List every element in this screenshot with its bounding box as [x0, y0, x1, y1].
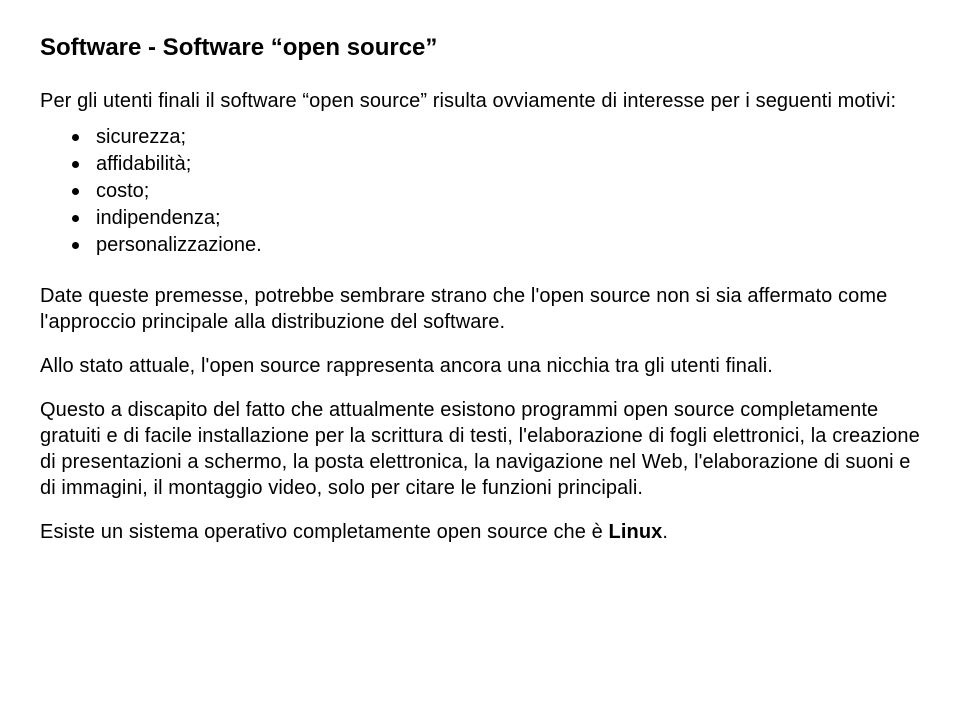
list-item: personalizzazione.: [40, 232, 920, 259]
bullet-list: sicurezza; affidabilità; costo; indipend…: [40, 124, 920, 259]
paragraph-4: Questo a discapito del fatto che attualm…: [40, 397, 920, 501]
document-page: Software - Software “open source” Per gl…: [0, 0, 960, 720]
paragraph-2: Date queste premesse, potrebbe sembrare …: [40, 283, 920, 335]
page-title: Software - Software “open source”: [40, 34, 920, 62]
list-item: indipendenza;: [40, 205, 920, 232]
paragraph-5: Esiste un sistema operativo completament…: [40, 519, 920, 545]
list-item: costo;: [40, 178, 920, 205]
linux-bold: Linux: [609, 521, 663, 543]
intro-paragraph: Per gli utenti finali il software “open …: [40, 88, 920, 114]
list-item: affidabilità;: [40, 151, 920, 178]
paragraph-3: Allo stato attuale, l'open source rappre…: [40, 353, 920, 379]
list-item: sicurezza;: [40, 124, 920, 151]
paragraph-5-pre: Esiste un sistema operativo completament…: [40, 521, 609, 543]
paragraph-5-post: .: [662, 521, 668, 543]
